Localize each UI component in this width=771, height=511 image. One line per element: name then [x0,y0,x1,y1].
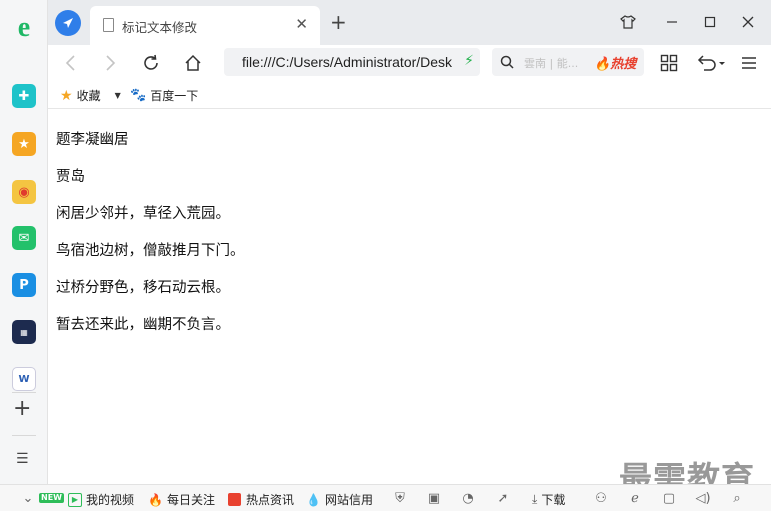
site-trust-link[interactable]: 💧 网站信用 [306,491,373,508]
rocket-icon[interactable]: ➚ [495,490,511,506]
add-icon[interactable]: + [13,398,31,420]
page-content: 题李凝幽居 贾岛 闲居少邻并，草径入荒园。 鸟宿池边树，僧敲推月下门。 过桥分野… [48,110,771,484]
skin-shirt-icon[interactable] [618,12,638,32]
volume-icon[interactable]: ◁) [695,490,711,506]
navigation-compass-icon[interactable] [55,10,81,36]
search-icon [500,55,514,69]
news-icon [228,493,241,506]
hot-news-label: 热点资讯 [246,493,295,507]
chevron-down-icon[interactable]: ⌄ [20,490,36,506]
fire-icon: 🔥 [148,492,163,507]
download-icon: ⤓ [532,492,538,506]
grid-apps-icon[interactable] [658,52,680,74]
game-icon[interactable]: ▦ [12,320,36,344]
my-video-label: 我的视频 [86,493,135,507]
tab-title: 标记文本修改 [122,20,198,35]
download-label: 下载 [541,493,566,507]
zoom-icon[interactable]: ⌕ [729,490,745,506]
lightning-icon[interactable]: ⚡ [464,53,474,69]
poem-line: 暂去还来此，幽期不负言。 [56,317,230,333]
document-icon [103,18,114,32]
home-icon[interactable] [182,52,204,74]
favorites-menu[interactable]: ★ 收藏 ▼ [60,87,121,104]
poem-line: 闲居少邻并，草径入荒园。 [56,206,230,222]
bookmarks-bar: ★ 收藏 ▼ 🐾 百度一下 [48,81,771,109]
back-arrow-icon[interactable] [59,52,81,74]
refresh-icon[interactable] [140,52,162,74]
maximize-button[interactable] [700,12,720,32]
star-favorites-icon[interactable]: ★ [12,132,36,156]
weibo-icon[interactable]: ◉ [12,180,36,204]
poem-line: 鸟宿池边树，僧敲推月下门。 [56,243,245,259]
search-placeholder: 雲南 | 能... [524,57,579,70]
play-icon: ▶ [68,492,82,507]
daily-focus-link[interactable]: 🔥 每日关注 [148,491,215,508]
minimize-button[interactable] [662,12,682,32]
incognito-icon[interactable]: ⚇ [593,490,609,506]
word-doc-icon[interactable]: W [12,367,36,391]
tab-active[interactable]: 标记文本修改 ✕ [90,6,320,45]
new-badge: NEW [39,493,64,503]
navigation-toolbar: file:///C:/Users/Administrator/Desktop/ … [48,45,771,81]
daily-focus-label: 每日关注 [166,493,215,507]
status-bar: ⌄ NEW ▶ 我的视频 🔥 每日关注 热点资讯 💧 网站信用 ⛨ ▣ ◔ ➚ … [0,484,771,511]
window-icon[interactable]: ▢ [661,490,677,506]
medical-icon[interactable]: ✚ [12,84,36,108]
title-bar: 标记文本修改 ✕ + [48,0,771,45]
baidu-paw-icon: 🐾 [130,88,147,103]
forward-arrow-icon[interactable] [100,52,122,74]
undo-icon[interactable] [694,52,728,74]
sidebar-divider [12,435,36,436]
new-tab-button[interactable]: + [330,11,347,33]
poem-author: 贾岛 [56,169,85,185]
hot-search-label[interactable]: 🔥热搜 [594,53,636,72]
close-tab-icon[interactable]: ✕ [295,15,308,33]
speed-icon[interactable]: ◔ [460,490,476,506]
droplet-icon: 💧 [306,492,321,507]
search-box[interactable]: 雲南 | 能... 🔥热搜 [492,48,644,76]
shield-icon[interactable]: ⛨ [392,490,408,506]
hot-news-link[interactable]: 热点资讯 [228,491,294,508]
browser-logo-icon[interactable]: e [11,12,37,43]
left-sidebar: e ✚ ★ ◉ ✉ P ▦ W + ☰ [0,0,48,511]
mail-icon[interactable]: ✉ [12,226,36,250]
address-url[interactable]: file:///C:/Users/Administrator/Desktop/ [242,54,452,70]
list-menu-icon[interactable]: ☰ [16,452,29,466]
poem-line: 过桥分野色，移石动云根。 [56,280,230,296]
close-window-button[interactable] [738,12,758,32]
star-icon: ★ [60,87,73,104]
image-icon[interactable]: ▣ [426,490,442,506]
download-link[interactable]: ⤓ 下载 [532,491,565,508]
main-menu-icon[interactable] [738,52,760,74]
dropdown-triangle-icon: ▼ [114,91,121,100]
ie-compat-icon[interactable]: ℯ [627,490,643,506]
address-bar[interactable]: file:///C:/Users/Administrator/Desktop/ … [224,48,480,76]
app-p-icon[interactable]: P [12,273,36,297]
flame-icon: 🔥 [594,57,611,72]
favorites-label: 收藏 [76,89,101,103]
my-video-link[interactable]: ▶ 我的视频 [68,491,134,508]
poem-title: 题李凝幽居 [56,132,129,148]
site-trust-label: 网站信用 [324,493,373,507]
baidu-label: 百度一下 [150,89,199,103]
sidebar-divider [12,392,36,393]
baidu-bookmark[interactable]: 🐾 百度一下 [130,87,198,104]
